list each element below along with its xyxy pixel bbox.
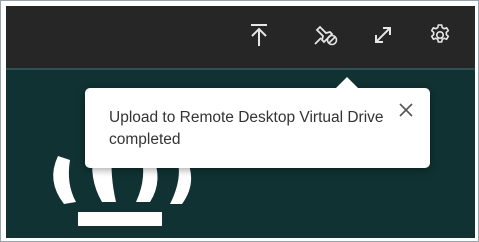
close-icon: [399, 103, 413, 117]
notification-message: Upload to Remote Desktop Virtual Drive c…: [109, 109, 384, 148]
unpin-icon: [314, 25, 338, 46]
remote-desktop-toolbar: [6, 6, 475, 70]
upload-button[interactable]: [244, 20, 274, 50]
notification-close-button[interactable]: [396, 100, 416, 120]
unpin-toolbar-button[interactable]: [310, 20, 340, 50]
upload-icon: [251, 24, 267, 46]
settings-button[interactable]: [425, 20, 455, 50]
gear-icon: [430, 24, 450, 43]
remote-desktop-window: Upload to Remote Desktop Virtual Drive c…: [6, 6, 475, 238]
fullscreen-icon: [375, 27, 391, 43]
screenshot-frame: Upload to Remote Desktop Virtual Drive c…: [0, 0, 479, 242]
upload-notification: Upload to Remote Desktop Virtual Drive c…: [85, 77, 430, 168]
fullscreen-button[interactable]: [368, 20, 398, 50]
notification-pointer: [335, 77, 359, 89]
